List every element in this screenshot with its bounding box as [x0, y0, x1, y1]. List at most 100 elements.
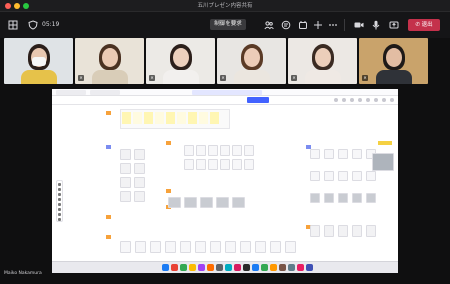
- more-icon[interactable]: [328, 20, 338, 30]
- sketch-card[interactable]: [196, 145, 206, 156]
- sketch-card[interactable]: [310, 171, 320, 181]
- sketch-card[interactable]: [338, 193, 348, 203]
- section-tag[interactable]: [106, 111, 111, 115]
- sketch-card[interactable]: [232, 159, 242, 170]
- section-tag[interactable]: [106, 235, 111, 239]
- section-tag[interactable]: [166, 141, 171, 145]
- photo-card[interactable]: [200, 197, 213, 208]
- sketch-card[interactable]: [184, 159, 194, 170]
- sketch-card[interactable]: [255, 241, 266, 253]
- dock-app-icon[interactable]: [234, 264, 241, 271]
- board-tool-icon[interactable]: [334, 98, 338, 102]
- sketch-card[interactable]: [366, 193, 376, 203]
- sticky-note[interactable]: [122, 112, 131, 124]
- image-card[interactable]: [134, 149, 145, 160]
- shield-icon[interactable]: [28, 20, 38, 30]
- photo-card[interactable]: [216, 197, 229, 208]
- dock-app-icon[interactable]: [297, 264, 304, 271]
- sketch-card[interactable]: [366, 225, 376, 237]
- sketch-card[interactable]: [210, 241, 221, 253]
- participant-video-tile[interactable]: [4, 38, 73, 84]
- people-icon[interactable]: [264, 20, 274, 30]
- board-tool-icon[interactable]: [390, 98, 394, 102]
- sketch-card[interactable]: [225, 241, 236, 253]
- board-tool-icon[interactable]: [366, 98, 370, 102]
- sketch-card[interactable]: [324, 193, 334, 203]
- sketch-card[interactable]: [240, 241, 251, 253]
- dock-app-icon[interactable]: [180, 264, 187, 271]
- sketch-card[interactable]: [165, 241, 176, 253]
- sketch-card[interactable]: [324, 225, 334, 237]
- dock-app-icon[interactable]: [243, 264, 250, 271]
- image-card[interactable]: [134, 163, 145, 174]
- sketch-card[interactable]: [352, 171, 362, 181]
- dock-app-icon[interactable]: [270, 264, 277, 271]
- board-tool-icon[interactable]: [350, 98, 354, 102]
- sketch-card[interactable]: [338, 225, 348, 237]
- sticky-note[interactable]: [210, 112, 219, 124]
- board-tool-icon[interactable]: [358, 98, 362, 102]
- sketch-card[interactable]: [366, 171, 376, 181]
- image-card[interactable]: [134, 177, 145, 188]
- dock-app-icon[interactable]: [225, 264, 232, 271]
- sketch-card[interactable]: [135, 241, 146, 253]
- photo-card[interactable]: [372, 153, 394, 171]
- leave-button[interactable]: ✆ 退出: [408, 19, 440, 31]
- share-icon[interactable]: [389, 20, 399, 30]
- dock-app-icon[interactable]: [306, 264, 313, 271]
- sketch-card[interactable]: [285, 241, 296, 253]
- sketch-card[interactable]: [120, 241, 131, 253]
- sketch-card[interactable]: [244, 159, 254, 170]
- board-canvas[interactable]: [52, 105, 398, 261]
- browser-tab[interactable]: [90, 90, 120, 95]
- image-card[interactable]: [120, 163, 131, 174]
- sketch-card[interactable]: [208, 159, 218, 170]
- address-bar[interactable]: [192, 90, 262, 95]
- sketch-card[interactable]: [310, 193, 320, 203]
- participant-video-tile[interactable]: ✕: [359, 38, 428, 84]
- photo-card[interactable]: [232, 197, 245, 208]
- participant-video-tile[interactable]: ✕: [217, 38, 286, 84]
- add-icon[interactable]: [313, 20, 323, 30]
- sketch-card[interactable]: [324, 149, 334, 159]
- participant-video-tile[interactable]: ✕: [75, 38, 144, 84]
- sketch-card[interactable]: [232, 145, 242, 156]
- board-tool-icon[interactable]: [374, 98, 378, 102]
- board-side-toolbar[interactable]: [56, 180, 63, 222]
- sketch-card[interactable]: [352, 225, 362, 237]
- sketch-card[interactable]: [184, 145, 194, 156]
- dock-app-icon[interactable]: [252, 264, 259, 271]
- section-tag[interactable]: [106, 145, 111, 149]
- participant-video-tile[interactable]: ✕: [288, 38, 357, 84]
- sketch-card[interactable]: [310, 225, 320, 237]
- sketch-card[interactable]: [220, 145, 230, 156]
- section-tag[interactable]: [166, 189, 171, 193]
- dock-app-icon[interactable]: [279, 264, 286, 271]
- reactions-icon[interactable]: [298, 20, 308, 30]
- sketch-card[interactable]: [338, 149, 348, 159]
- dock-app-icon[interactable]: [207, 264, 214, 271]
- sticky-note[interactable]: [144, 112, 153, 124]
- sketch-card[interactable]: [244, 145, 254, 156]
- dock-app-icon[interactable]: [162, 264, 169, 271]
- dock-app-icon[interactable]: [198, 264, 205, 271]
- section-tag[interactable]: [106, 215, 111, 219]
- sketch-card[interactable]: [180, 241, 191, 253]
- image-card[interactable]: [134, 191, 145, 202]
- sketch-card[interactable]: [196, 159, 206, 170]
- camera-icon[interactable]: [354, 20, 364, 30]
- photo-card[interactable]: [184, 197, 197, 208]
- photo-card[interactable]: [168, 197, 181, 208]
- board-tool-icon[interactable]: [382, 98, 386, 102]
- participant-video-tile[interactable]: ✕: [146, 38, 215, 84]
- sketch-card[interactable]: [208, 145, 218, 156]
- request-control-button[interactable]: 制御を要求: [210, 19, 246, 30]
- shared-screen[interactable]: [52, 89, 398, 273]
- sticky-note[interactable]: [177, 112, 186, 124]
- sticky-note[interactable]: [155, 112, 164, 124]
- sketch-card[interactable]: [324, 171, 334, 181]
- sketch-card[interactable]: [310, 149, 320, 159]
- dock-app-icon[interactable]: [189, 264, 196, 271]
- sketch-card[interactable]: [150, 241, 161, 253]
- dock-app-icon[interactable]: [216, 264, 223, 271]
